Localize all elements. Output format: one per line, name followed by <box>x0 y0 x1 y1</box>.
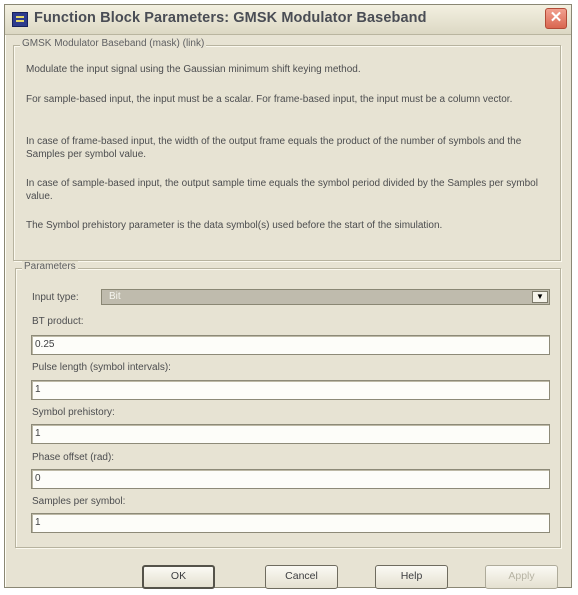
description-paragraph: The Symbol prehistory parameter is the d… <box>26 220 443 231</box>
samples-per-symbol-label: Samples per symbol: <box>32 496 126 507</box>
input-type-value: Bit <box>109 291 121 302</box>
ok-button[interactable]: OK <box>142 565 215 589</box>
samples-per-symbol-field[interactable]: 1 <box>31 513 550 533</box>
parameters-group-label: Parameters <box>22 261 78 272</box>
apply-button[interactable]: Apply <box>485 565 558 589</box>
cancel-button[interactable]: Cancel <box>265 565 338 589</box>
phase-offset-label: Phase offset (rad): <box>32 452 115 463</box>
description-paragraph: In case of sample-based input, the outpu… <box>26 178 538 202</box>
dropdown-arrow-icon[interactable]: ▼ <box>532 291 548 303</box>
pulse-length-label: Pulse length (symbol intervals): <box>32 362 171 373</box>
symbol-prehistory-label: Symbol prehistory: <box>32 407 115 418</box>
title-bar[interactable]: Function Block Parameters: GMSK Modulato… <box>5 5 571 35</box>
bt-product-field[interactable]: 0.25 <box>31 335 550 355</box>
symbol-prehistory-field[interactable]: 1 <box>31 424 550 444</box>
close-button[interactable]: ✕ <box>545 8 567 29</box>
help-button[interactable]: Help <box>375 565 448 589</box>
simulink-block-icon <box>12 12 28 27</box>
description-paragraph: In case of frame-based input, the width … <box>26 136 522 160</box>
bt-product-label: BT product: <box>32 316 84 327</box>
description-group-label: GMSK Modulator Baseband (mask) (link) <box>20 38 207 49</box>
description-paragraph: For sample-based input, the input must b… <box>26 94 513 105</box>
input-type-label: Input type: <box>32 292 79 303</box>
pulse-length-field[interactable]: 1 <box>31 380 550 400</box>
input-type-select[interactable]: Bit ▼ <box>101 289 550 305</box>
phase-offset-field[interactable]: 0 <box>31 469 550 489</box>
window-title: Function Block Parameters: GMSK Modulato… <box>34 10 427 26</box>
description-paragraph: Modulate the input signal using the Gaus… <box>26 64 361 75</box>
